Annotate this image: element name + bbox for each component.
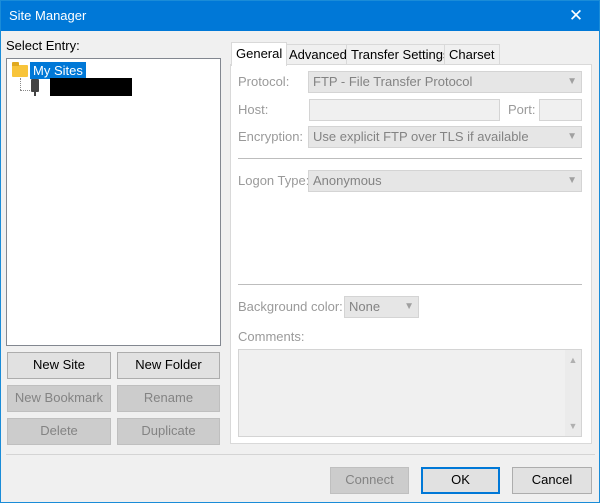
rename-button[interactable]: Rename — [117, 385, 220, 412]
select-entry-label: Select Entry: — [6, 38, 80, 53]
chevron-down-icon: ▼ — [567, 131, 577, 142]
ok-button[interactable]: OK — [421, 467, 500, 494]
divider — [238, 158, 582, 159]
background-color-value: None — [349, 299, 381, 314]
comments-scrollbar[interactable]: ▲ ▼ — [565, 350, 581, 436]
comments-textarea[interactable]: ▲ ▼ — [238, 349, 582, 437]
chevron-down-icon: ▼ — [567, 76, 577, 87]
protocol-value: FTP - File Transfer Protocol — [313, 74, 473, 89]
server-icon — [31, 79, 39, 96]
tab-advanced[interactable]: Advanced — [284, 44, 352, 65]
logon-type-select[interactable]: Anonymous ▼ — [308, 170, 582, 192]
new-bookmark-button[interactable]: New Bookmark — [7, 385, 111, 412]
port-label: Port: — [508, 102, 536, 117]
logon-type-value: Anonymous — [313, 173, 382, 188]
scroll-down-icon[interactable]: ▼ — [565, 418, 581, 434]
new-folder-button[interactable]: New Folder — [117, 352, 220, 379]
footer-divider — [6, 454, 595, 455]
encryption-value: Use explicit FTP over TLS if available — [313, 129, 529, 144]
protocol-label: Protocol: — [238, 74, 290, 89]
new-site-button[interactable]: New Site — [7, 352, 111, 379]
scroll-up-icon[interactable]: ▲ — [565, 352, 581, 368]
connect-button[interactable]: Connect — [330, 467, 409, 494]
tab-transfer-settings[interactable]: Transfer Settings — [346, 44, 455, 65]
tree-connector — [20, 78, 21, 90]
host-label: Host: — [238, 102, 269, 117]
tree-item-my-sites[interactable]: My Sites — [30, 62, 86, 79]
logon-type-label: Logon Type: — [238, 173, 310, 188]
duplicate-button[interactable]: Duplicate — [117, 418, 220, 445]
comments-label: Comments: — [238, 329, 305, 344]
window-title: Site Manager — [9, 8, 87, 23]
divider — [238, 284, 582, 285]
port-input[interactable] — [539, 99, 582, 121]
delete-button[interactable]: Delete — [7, 418, 111, 445]
folder-icon — [12, 62, 28, 77]
background-color-label: Background color: — [238, 299, 343, 314]
encryption-select[interactable]: Use explicit FTP over TLS if available ▼ — [308, 126, 582, 148]
cancel-button[interactable]: Cancel — [512, 467, 592, 494]
tree-item-site-redacted[interactable] — [50, 78, 132, 96]
host-input[interactable] — [309, 99, 500, 121]
background-color-select[interactable]: None ▼ — [344, 296, 419, 318]
chevron-down-icon: ▼ — [404, 301, 414, 312]
tab-general[interactable]: General — [231, 42, 288, 66]
encryption-label: Encryption: — [238, 129, 304, 144]
protocol-select[interactable]: FTP - File Transfer Protocol ▼ — [308, 71, 582, 93]
close-icon[interactable]: ✕ — [553, 1, 599, 31]
tab-charset[interactable]: Charset — [444, 44, 500, 65]
tree-connector — [20, 90, 30, 91]
site-manager-window: Site Manager ✕ Select Entry: My Sites Ne… — [0, 0, 600, 503]
site-tree[interactable]: My Sites — [6, 58, 221, 346]
chevron-down-icon: ▼ — [567, 175, 577, 186]
title-bar: Site Manager ✕ — [1, 1, 599, 31]
